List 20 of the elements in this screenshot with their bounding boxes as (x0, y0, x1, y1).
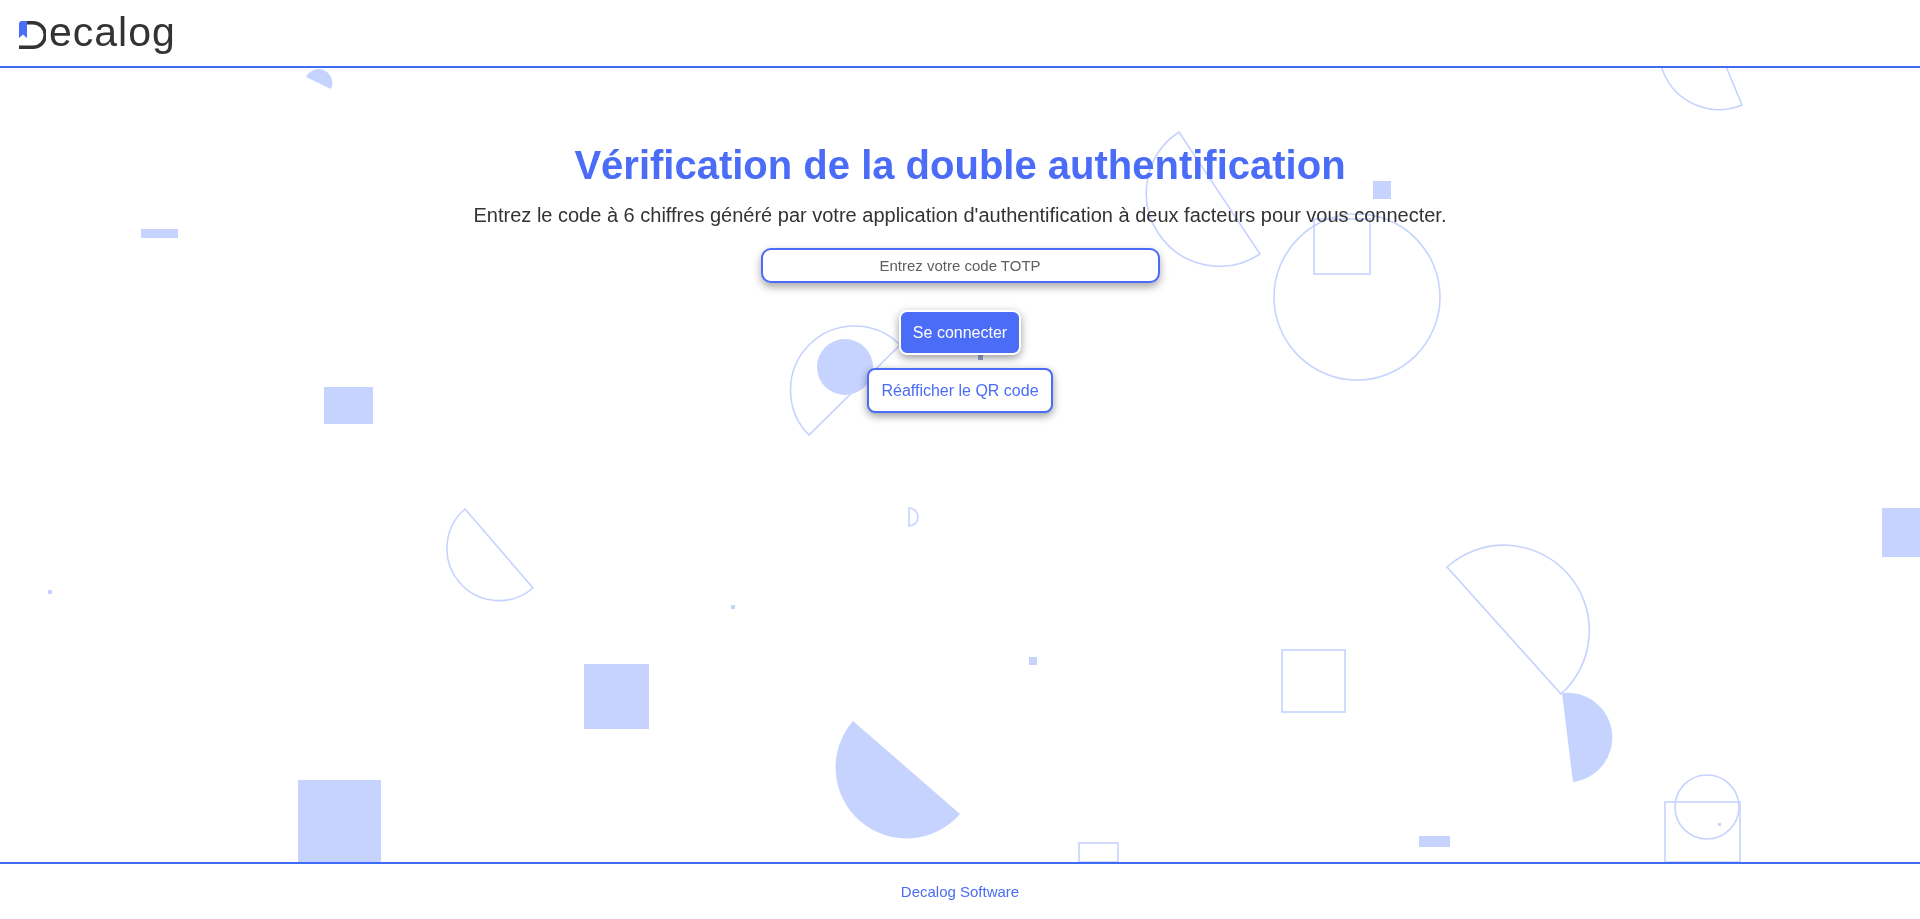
bar-shape (1419, 836, 1450, 847)
instruction-text: Entrez le code à 6 chiffres généré par votre application d'authentification à deux facteurs pour vous connecter. (473, 203, 1447, 228)
square-shape (1373, 181, 1391, 199)
circle-shape (817, 339, 873, 395)
bar-shape (141, 229, 178, 238)
logo-text: ecalog (49, 9, 176, 55)
totp-code-field[interactable]: Entrez votre code TOTP (760, 248, 1160, 283)
footer-text: Decalog Software (900, 883, 1020, 900)
logo-mark-icon (19, 21, 46, 49)
rectangle-shape (324, 387, 373, 424)
circle-outline (1674, 774, 1740, 840)
semicircle-shape (306, 69, 333, 89)
square-outline (1281, 649, 1346, 713)
rectangle-shape (1882, 508, 1920, 557)
page-title: Vérification de la double authentification (574, 142, 1346, 189)
show-qr-code-button[interactable]: Réafficher le QR code (867, 368, 1053, 413)
semicircle-outline (908, 507, 919, 527)
square-shape (584, 664, 649, 729)
rectangle-outline (1078, 842, 1119, 862)
login-button[interactable]: Se connecter (898, 310, 1022, 355)
